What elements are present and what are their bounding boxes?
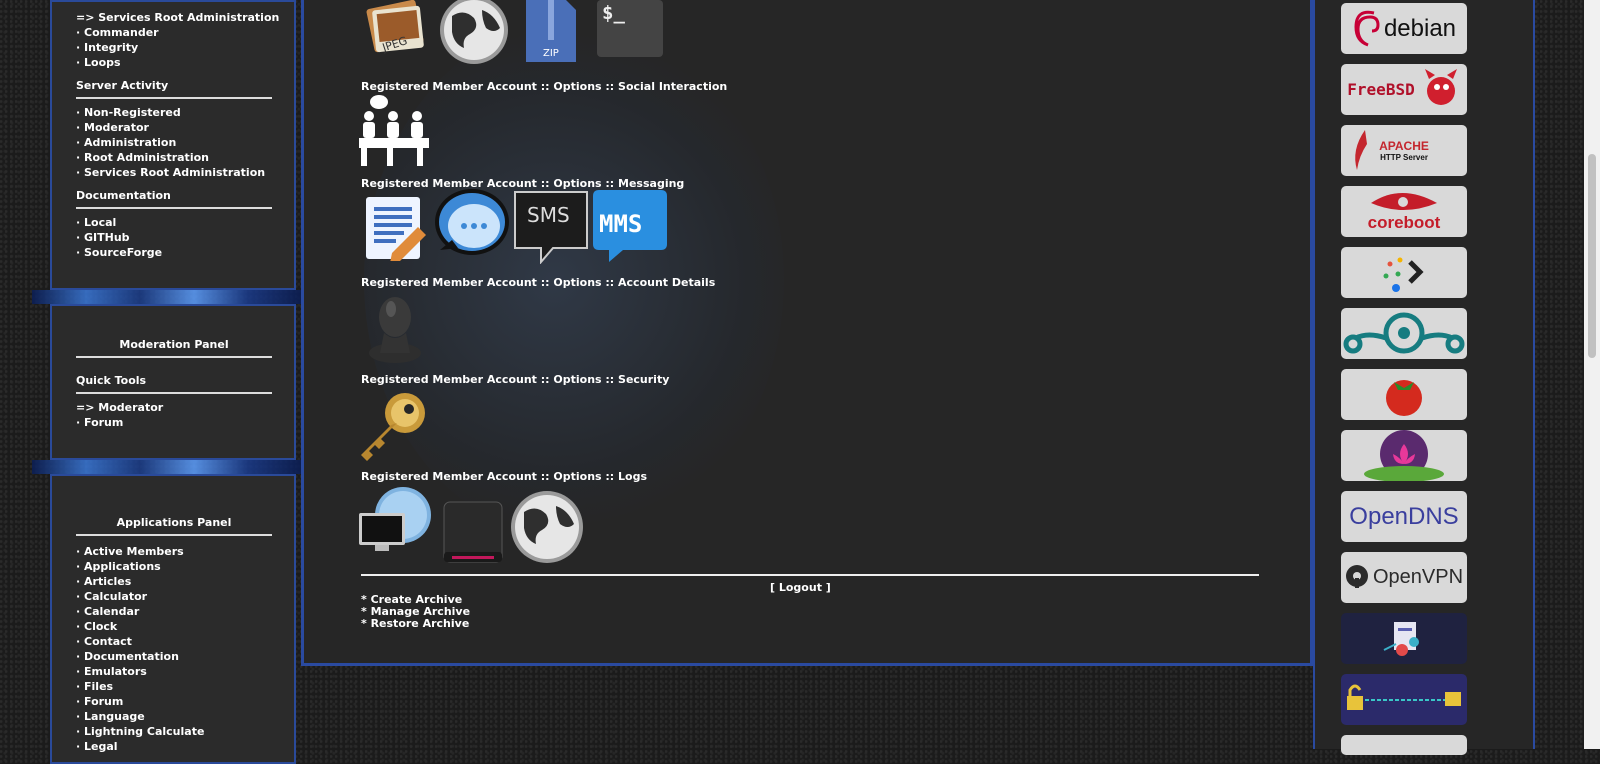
coreboot-logo-text: coreboot [1367, 212, 1441, 232]
sms-bubble-icon[interactable]: SMS [513, 190, 589, 265]
lotus-logo[interactable] [1341, 430, 1467, 481]
lineageos-logo[interactable] [1341, 308, 1467, 359]
network-computer-icon[interactable] [357, 485, 433, 561]
documentation-heading: Documentation [76, 189, 272, 209]
app-link-emulators[interactable]: · Emulators [76, 664, 270, 679]
logout-bracket-open: [ [770, 581, 779, 594]
content-divider [361, 574, 1259, 576]
tomato-logo[interactable] [1341, 369, 1467, 420]
moderation-panel: Moderation Panel Quick Tools => Moderato… [50, 304, 296, 460]
section-label-logs: Registered Member Account :: Options :: … [361, 470, 648, 483]
page-scrollbar[interactable] [1584, 0, 1600, 749]
app-link-active-members[interactable]: · Active Members [76, 544, 270, 559]
apache-logo-text: APACHE [1379, 139, 1429, 153]
opendns-logo[interactable]: OpenDNS [1341, 491, 1467, 542]
nav-link-github[interactable]: · GITHub [76, 230, 270, 245]
app-link-articles[interactable]: · Articles [76, 574, 270, 589]
applications-panel: Applications Panel · Active Members · Ap… [50, 474, 296, 764]
chat-bubble-icon[interactable] [434, 188, 512, 264]
partial-logo-bottom[interactable] [1341, 735, 1467, 755]
zip-icon-text: ZIP [543, 48, 559, 59]
applications-panel-title: Applications Panel [76, 516, 272, 536]
app-link-files[interactable]: · Files [76, 679, 270, 694]
hard-drive-icon[interactable] [442, 500, 504, 564]
app-link-clock[interactable]: · Clock [76, 619, 270, 634]
nav-link-loops[interactable]: · Loops [76, 55, 270, 70]
app-link-legal[interactable]: · Legal [76, 739, 270, 754]
app-link-calculator[interactable]: · Calculator [76, 589, 270, 604]
openvpn-logo[interactable]: OpenVPN [1341, 552, 1467, 603]
sms-icon-text: SMS [527, 203, 570, 227]
blue-glow-divider [32, 290, 302, 304]
nav-link-services-root-admin-current[interactable]: => Services Root Administration [76, 10, 279, 25]
app-link-contact[interactable]: · Contact [76, 634, 270, 649]
apache-logo[interactable]: APACHE HTTP Server [1341, 125, 1467, 176]
nav-link-sourceforge[interactable]: · SourceForge [76, 245, 270, 260]
main-content-panel: JPEG ZIP $_ Registered Member Account ::… [301, 0, 1313, 666]
freebsd-logo[interactable]: FreeBSD [1341, 64, 1467, 115]
app-link-language[interactable]: · Language [76, 709, 270, 724]
nav-link-integrity[interactable]: · Integrity [76, 40, 270, 55]
app-link-forum[interactable]: · Forum [76, 694, 270, 709]
app-link-calendar[interactable]: · Calendar [76, 604, 270, 619]
logout-link[interactable]: Logout [779, 581, 822, 594]
terminal-prompt-text: $_ [602, 2, 625, 24]
logout-bracket-close: ] [821, 581, 831, 594]
apache-logo-subtext: HTTP Server [1380, 153, 1428, 162]
user-account-icon[interactable] [364, 293, 426, 365]
app-link-documentation[interactable]: · Documentation [76, 649, 270, 664]
terminal-icon[interactable]: $_ [597, 0, 663, 57]
app-link-lightning-calculate[interactable]: · Lightning Calculate [76, 724, 270, 739]
zip-archive-icon[interactable]: ZIP [524, 0, 578, 62]
coreboot-logo[interactable]: coreboot [1341, 186, 1467, 237]
document-edit-icon[interactable] [362, 193, 428, 263]
section-label-social-interaction: Registered Member Account :: Options :: … [361, 80, 728, 93]
blue-glow-divider-2 [32, 460, 302, 474]
debian-logo[interactable]: debian [1341, 3, 1467, 54]
nav-link-commander[interactable]: · Commander [76, 25, 270, 40]
prompt-logo[interactable] [1341, 247, 1467, 298]
nav-link-forum[interactable]: · Forum [76, 415, 270, 430]
opendns-logo-text: OpenDNS [1349, 502, 1459, 530]
app-link-applications[interactable]: · Applications [76, 559, 270, 574]
globe-icon-logs[interactable] [510, 490, 584, 564]
section-label-security: Registered Member Account :: Options :: … [361, 373, 670, 386]
nav-link-moderator[interactable]: · Moderator [76, 120, 270, 135]
nav-link-non-registered[interactable]: · Non-Registered [76, 105, 270, 120]
scrollbar-thumb[interactable] [1588, 154, 1596, 358]
social-meeting-icon[interactable] [357, 94, 431, 166]
security-key-icon[interactable] [357, 389, 431, 463]
jpeg-photo-icon[interactable]: JPEG [364, 0, 428, 58]
security-illustration-logo[interactable] [1341, 613, 1467, 664]
admin-nav-panel: => Services Root Administration · Comman… [50, 0, 296, 290]
section-label-messaging: Registered Member Account :: Options :: … [361, 177, 685, 190]
freebsd-logo-text: FreeBSD [1347, 80, 1415, 99]
moderation-panel-title: Moderation Panel [76, 338, 272, 358]
globe-icon-top[interactable] [438, 0, 510, 66]
restore-archive-link[interactable]: * Restore Archive [361, 617, 469, 630]
debian-logo-text: debian [1383, 14, 1457, 42]
sponsor-logo-column: debian FreeBSD APACHE HTTP Server corebo… [1313, 0, 1535, 755]
nav-link-local-docs[interactable]: · Local [76, 215, 270, 230]
openvpn-logo-text: OpenVPN [1372, 566, 1464, 588]
section-label-account-details: Registered Member Account :: Options :: … [361, 276, 716, 289]
encryption-key-logo[interactable] [1341, 674, 1467, 725]
server-activity-heading: Server Activity [76, 79, 272, 99]
mms-icon-text: MMS [599, 210, 642, 238]
logout-wrapper: [ Logout ] [770, 581, 831, 594]
nav-link-services-root-administration[interactable]: · Services Root Administration [76, 165, 270, 180]
nav-link-root-administration[interactable]: · Root Administration [76, 150, 270, 165]
nav-link-moderator-current[interactable]: => Moderator [76, 400, 270, 415]
mms-bubble-icon[interactable]: MMS [593, 190, 667, 264]
quick-tools-heading: Quick Tools [76, 374, 272, 394]
nav-link-administration[interactable]: · Administration [76, 135, 270, 150]
